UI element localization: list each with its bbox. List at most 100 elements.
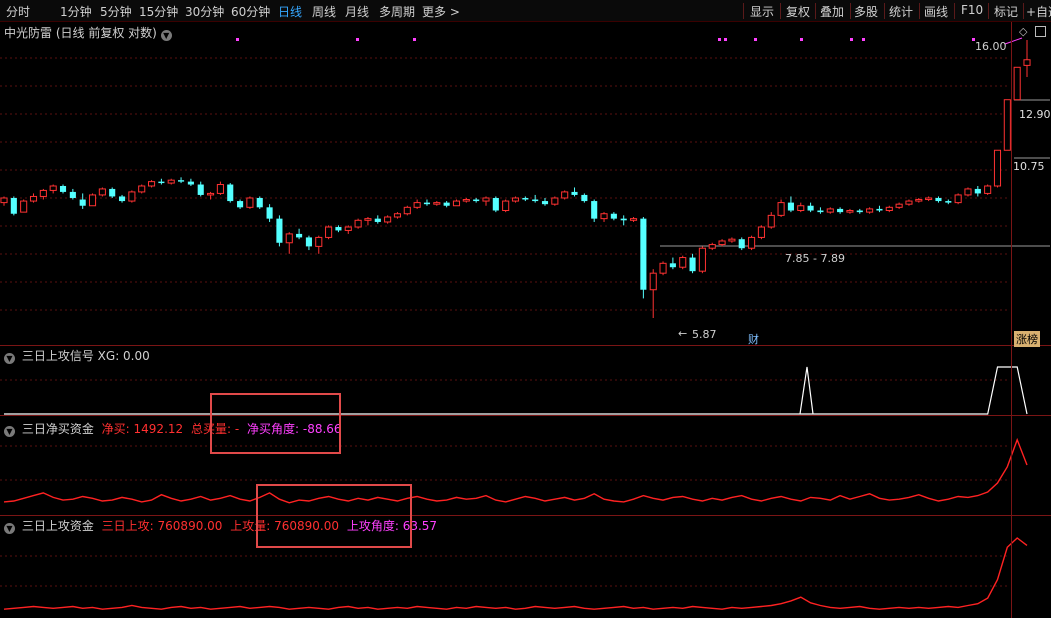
candle-body-down [423, 202, 431, 205]
candle-body-down [197, 184, 204, 195]
chevron-down-icon[interactable]: ▼ [4, 353, 15, 364]
candle-body-up [915, 199, 923, 202]
signal-marker [718, 38, 721, 41]
high-marker-line [1004, 37, 1023, 45]
candle-body-down [10, 197, 17, 214]
candle-body-up [0, 197, 8, 204]
candle-body-up [797, 205, 805, 212]
candle-body-up [984, 185, 992, 194]
price-axis-divider [1011, 22, 1012, 618]
candle-body-up [954, 194, 962, 204]
candle-body-down [374, 218, 381, 222]
candle-body-up [325, 226, 333, 238]
chevron-down-icon[interactable]: ▼ [4, 523, 15, 534]
candle-body-down [591, 201, 598, 219]
candle-body-down [945, 201, 952, 203]
candle-body-up [462, 199, 470, 202]
candle-body-up [1003, 99, 1011, 151]
candle-body-down [305, 237, 312, 247]
window-icon[interactable] [1035, 26, 1046, 37]
candle-body-up [905, 200, 913, 205]
panel-divider [0, 515, 1051, 516]
candle-body-up [20, 200, 28, 213]
signal-marker [754, 38, 757, 41]
candle-body-up [826, 208, 834, 213]
candle-body-down [69, 191, 76, 198]
signal-marker [800, 38, 803, 41]
candle-body-down [335, 227, 342, 231]
candle-body-up [925, 197, 933, 201]
candle-body-down [620, 218, 627, 221]
diamond-icon[interactable]: ◇ [1019, 25, 1027, 38]
candle-body-up [718, 240, 726, 246]
candle-body-down [237, 201, 244, 208]
panel-divider [0, 345, 1051, 346]
candle-body-up [777, 202, 785, 216]
candle-body-down [689, 257, 696, 272]
xg-signal-line [4, 366, 1028, 415]
candle-body-up [39, 189, 47, 197]
candle-body-down [974, 188, 981, 194]
candle-body-down [640, 218, 647, 290]
candle-body-up [659, 262, 667, 274]
candle-body-up [403, 206, 411, 215]
panel3-title[interactable]: 三日上攻资金 [22, 519, 94, 533]
price-label-high: 16.00 [975, 40, 1007, 53]
stock-name[interactable]: 中光防雷 [4, 26, 52, 40]
candle-body-up [649, 272, 657, 291]
xg-signal-spike [799, 366, 814, 415]
chart-settings: (日线 前复权 对数) [55, 26, 157, 40]
candle-body-up [393, 213, 402, 218]
candle-body-down [266, 207, 273, 219]
candle-body-down [178, 180, 185, 182]
candle-body-up [964, 188, 972, 196]
candle-body-down [443, 202, 450, 206]
candle-body-up [757, 226, 765, 238]
candle-body-up [993, 149, 1002, 187]
candle-body-down [610, 213, 617, 219]
candle-body-up [1013, 66, 1021, 101]
candle-body-up [315, 236, 323, 247]
arrow-left-icon: ← [678, 327, 688, 340]
candle-body-down [256, 197, 263, 208]
candle-body-up [128, 191, 136, 202]
candle-body-up [551, 197, 559, 205]
signal-marker [236, 38, 239, 41]
candle-body-down [296, 233, 303, 238]
panel2-net-buy: 净买: 1492.12 [101, 422, 184, 436]
candle-body-up [561, 191, 569, 199]
candle-body-up [413, 202, 421, 208]
candle-body-up [679, 257, 687, 268]
candle-body-down [738, 239, 745, 249]
chevron-down-icon[interactable]: ▼ [4, 426, 15, 437]
candle-body-up [344, 226, 352, 231]
candle-body-down [532, 199, 539, 202]
candle-body-up [629, 218, 638, 221]
candle-body-up [49, 185, 57, 191]
candle-body-down [935, 197, 942, 202]
candle-body-up [138, 185, 146, 193]
candle-body-down [581, 194, 588, 202]
signal-marker [724, 38, 727, 41]
price-label-mid1: 12.90 [1019, 108, 1051, 121]
candle-body-up [167, 179, 175, 184]
panel2-title[interactable]: 三日净买资金 [22, 422, 94, 436]
candle-body-down [492, 197, 499, 211]
annotation-box [256, 484, 412, 548]
candle-body-up [728, 238, 736, 242]
limit-up-badge[interactable]: 涨榜 [1014, 331, 1040, 347]
candle-body-up [767, 214, 775, 228]
candle-body-up [600, 213, 608, 220]
candle-body-up [98, 188, 106, 196]
panel1-title[interactable]: 三日上攻信号 [22, 349, 94, 363]
chevron-down-icon[interactable]: ▼ [160, 30, 172, 41]
candle-body-up [846, 210, 854, 213]
panel-divider [0, 415, 1051, 416]
candle-body-down [876, 208, 883, 211]
candle-body-up [482, 197, 490, 202]
candle-body-down [807, 205, 814, 211]
candle-body-down [837, 208, 844, 213]
finance-badge[interactable]: 财 [748, 331, 759, 347]
candle-body-up [384, 216, 392, 223]
candle-body-up [452, 200, 461, 207]
